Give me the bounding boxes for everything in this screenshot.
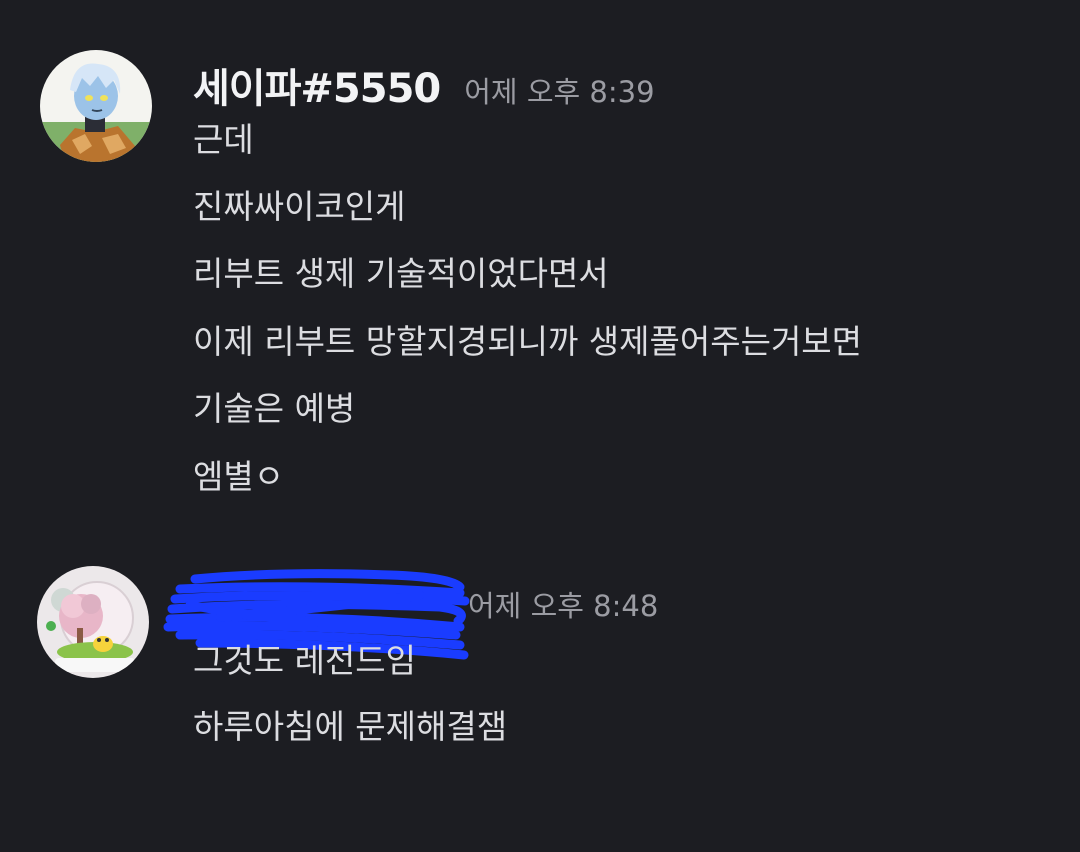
user-avatar[interactable] [37,566,149,678]
message-line: 진짜싸이코인게 [193,187,406,226]
message-line: 기술은 예병 [193,389,356,428]
chat-log: 세이파#5550 어제 오후 8:39 근데 진짜싸이코인게 리부트 생제 기술… [0,0,1080,852]
user-avatar[interactable] [40,50,152,162]
message-line: 리부트 생제 기술적이었다면서 [193,254,609,293]
message-line: 그것도 레전드임 [193,641,417,680]
timestamp: 어제 오후 8:39 [464,75,655,109]
message-line: 근데 [193,120,254,159]
message-line: 하루아침에 문제해결잼 [193,707,508,746]
snow-globe-avatar-icon [37,566,149,678]
anime-character-avatar-icon [40,50,152,162]
timestamp: 어제 오후 8:48 [468,589,659,623]
message-line: 엠별ㅇ [193,457,285,496]
message-line: 이제 리부트 망할지경되니까 생제풀어주는거보면 [193,322,863,361]
username[interactable]: 세이파#5550 [193,56,441,114]
message-header: 세이파#5550 어제 오후 8:39 [193,56,655,114]
